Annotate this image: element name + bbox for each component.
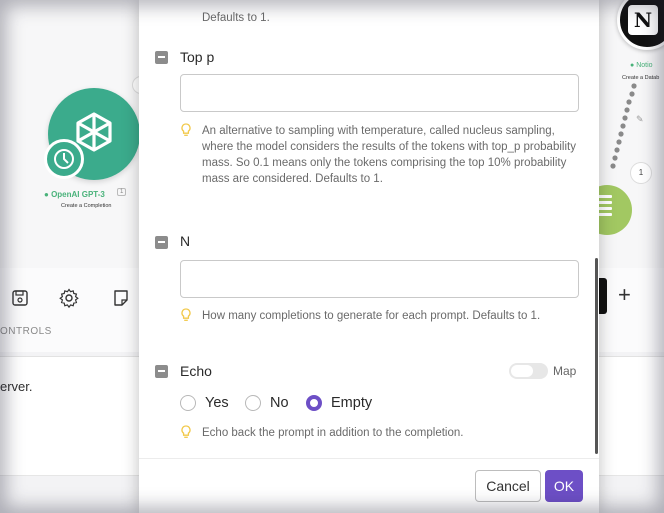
echo-radio-empty[interactable]: Empty <box>306 395 372 411</box>
save-icon <box>12 290 28 306</box>
notion-module[interactable]: N <box>617 0 664 50</box>
dialog-footer: Cancel OK <box>139 458 599 513</box>
top-p-checkbox[interactable] <box>155 51 168 64</box>
n-input[interactable] <box>180 260 579 298</box>
radio-circle <box>245 395 261 411</box>
top-p-help: An alternative to sampling with temperat… <box>202 125 576 185</box>
schedule-clock-icon[interactable] <box>44 139 84 179</box>
radio-label: Yes <box>205 395 229 411</box>
radio-label: Empty <box>331 395 373 411</box>
echo-label: Echo <box>180 363 212 379</box>
wrench-icon[interactable]: ✎ <box>636 114 644 125</box>
dialog-scrollbar[interactable] <box>595 258 598 454</box>
lightbulb-icon <box>181 123 191 136</box>
dialog-scroll-area[interactable]: Defaults to 1. Top p An alternative to s… <box>139 0 599 458</box>
controls-label: ONTROLS <box>0 326 52 337</box>
n-checkbox[interactable] <box>155 236 168 249</box>
radio-circle <box>180 395 196 411</box>
map-label: Map <box>553 364 577 378</box>
echo-help: Echo back the prompt in addition to the … <box>202 427 464 439</box>
prev-field-help: Defaults to 1. <box>202 12 270 24</box>
radio-circle-selected <box>306 395 322 411</box>
lightbulb-icon <box>181 308 191 321</box>
notes-button[interactable] <box>101 276 141 320</box>
echo-checkbox[interactable] <box>155 365 168 378</box>
note-icon <box>114 290 128 306</box>
n-help: How many completions to generate for eac… <box>202 310 541 322</box>
notion-module-title: ● Notio <box>630 62 653 69</box>
map-toggle[interactable] <box>509 363 548 379</box>
module-settings-dialog: Defaults to 1. Top p An alternative to s… <box>139 0 599 513</box>
cancel-button[interactable]: Cancel <box>475 470 541 502</box>
openai-module-subtitle: Create a Completion <box>61 203 112 209</box>
ok-button[interactable]: OK <box>545 470 583 502</box>
radio-label: No <box>270 395 289 411</box>
lightbulb-icon <box>181 425 191 438</box>
openai-module-title: ● OpenAI GPT-3 <box>44 190 105 199</box>
log-message: erver. <box>0 379 33 394</box>
add-button[interactable]: + <box>618 282 631 308</box>
notion-module-subtitle: Create a Datab <box>622 75 660 81</box>
save-button[interactable] <box>0 276 40 320</box>
top-p-input[interactable] <box>180 74 579 112</box>
echo-radio-yes[interactable]: Yes <box>180 395 229 411</box>
top-p-label: Top p <box>180 49 215 65</box>
settings-button[interactable] <box>49 276 89 320</box>
router-count-badge[interactable]: 1 <box>630 162 652 184</box>
echo-radio-no[interactable]: No <box>245 395 289 411</box>
n-label: N <box>180 233 191 249</box>
openai-module-badge: 1 <box>117 188 127 196</box>
gear-icon <box>59 288 79 308</box>
notion-logo-icon: N <box>628 5 658 35</box>
